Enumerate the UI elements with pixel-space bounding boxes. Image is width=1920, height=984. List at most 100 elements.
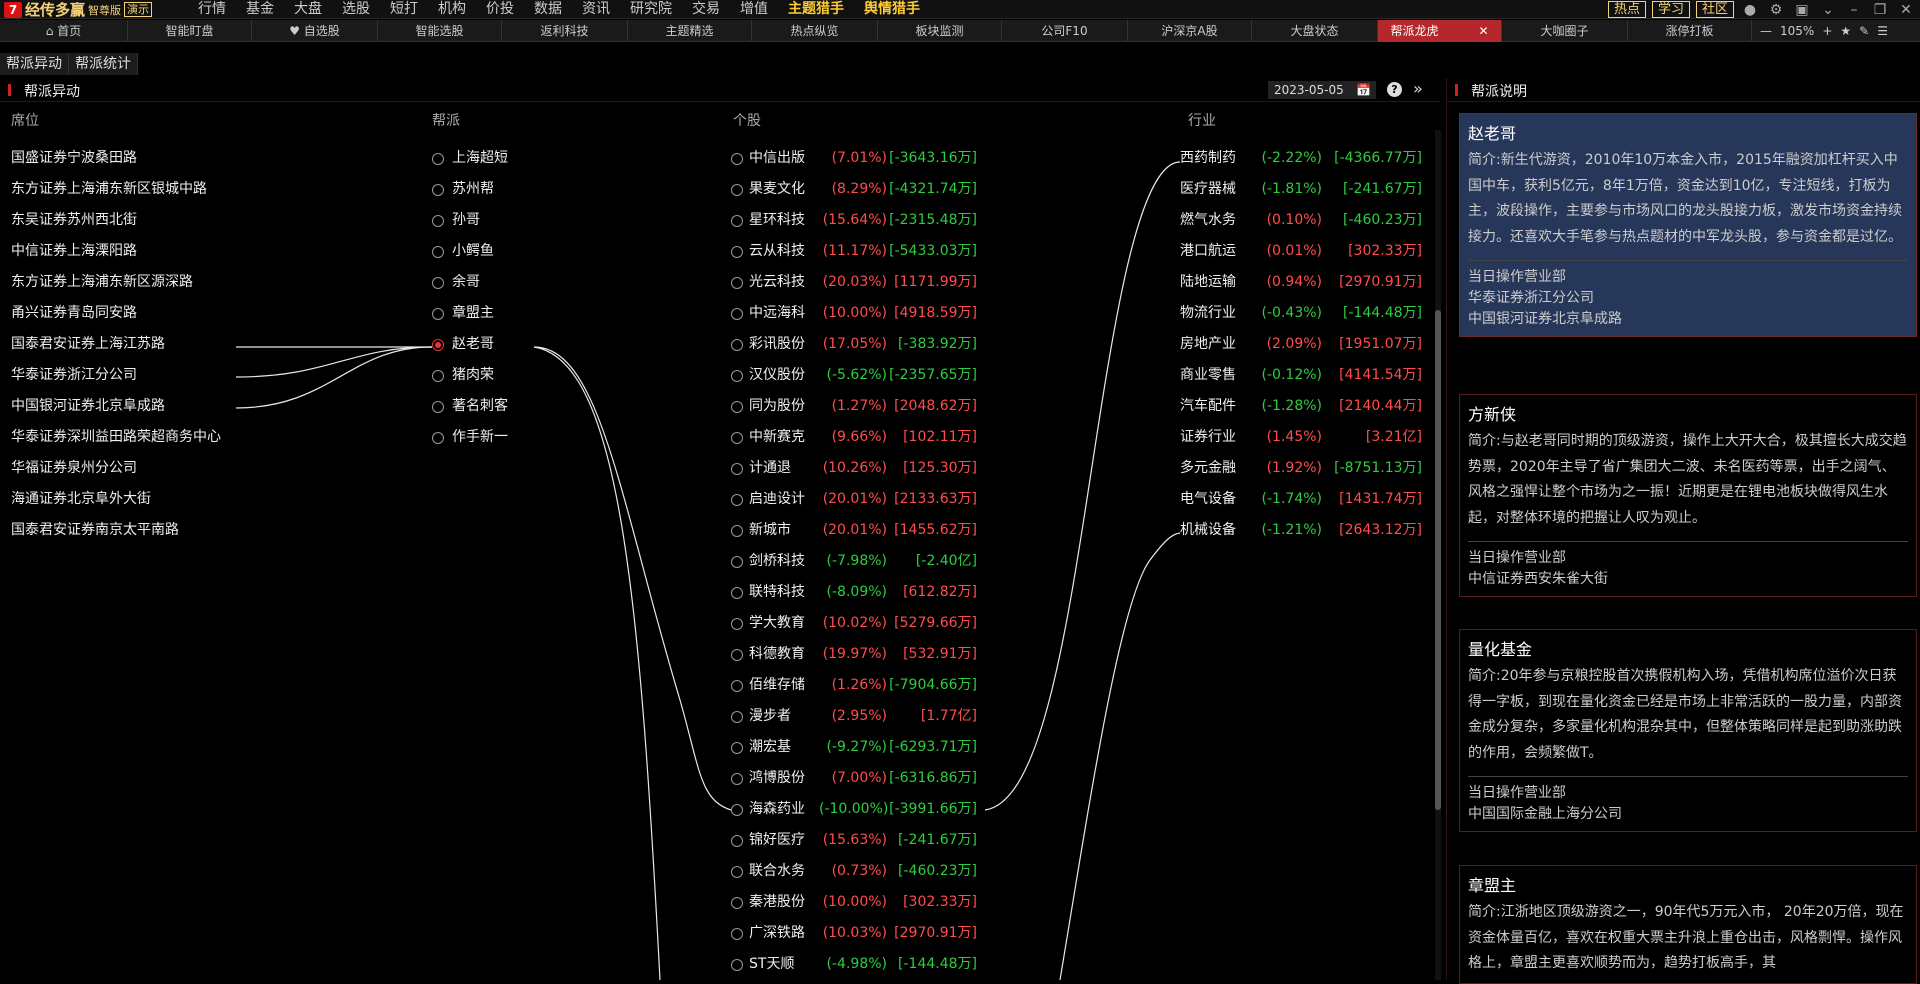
gang-item[interactable]: 上海超短 — [432, 143, 632, 174]
radio-icon[interactable] — [432, 152, 444, 165]
seat-item[interactable]: 国泰君安证券上海江苏路 — [11, 329, 411, 360]
gang-item[interactable]: 苏州帮 — [432, 174, 632, 205]
stock-row[interactable]: 锦好医疗 (15.63%) [-241.67万] — [731, 825, 987, 856]
gang-item[interactable]: 章盟主 — [432, 298, 632, 329]
tab-item[interactable]: 智能盯盘 — [128, 20, 252, 42]
user-icon[interactable]: ● — [1740, 2, 1760, 18]
scrollbar-thumb[interactable] — [1435, 310, 1441, 810]
subtab-gang-movement[interactable]: 帮派异动 — [0, 53, 69, 75]
calendar-icon[interactable]: 📅 — [1356, 83, 1371, 97]
stock-row[interactable]: 联特科技 (-8.09%) [612.82万] — [731, 577, 987, 608]
stock-row[interactable]: 中信出版 (7.01%) [-3643.16万] — [731, 143, 987, 174]
radio-icon[interactable] — [731, 555, 743, 568]
restore-icon[interactable]: ❐ — [1870, 2, 1890, 18]
industry-row[interactable]: 物流行业 (-0.43%) [-144.48万] — [1180, 298, 1422, 329]
industry-row[interactable]: 证券行业 (1.45%) [3.21亿] — [1180, 422, 1422, 453]
industry-row[interactable]: 西药制药 (-2.22%) [-4366.77万] — [1180, 143, 1422, 174]
stock-row[interactable]: 汉仪股份 (-5.62%) [-2357.65万] — [731, 360, 987, 391]
industry-row[interactable]: 商业零售 (-0.12%) [4141.54万] — [1180, 360, 1422, 391]
radio-icon[interactable] — [731, 400, 743, 413]
main-nav-item[interactable]: 选股 — [332, 0, 380, 19]
radio-icon[interactable] — [731, 152, 743, 165]
star-icon[interactable]: ★ — [1840, 24, 1851, 38]
radio-icon[interactable] — [432, 338, 444, 351]
tab-item[interactable]: 板块监测 — [878, 20, 1002, 42]
industry-row[interactable]: 机械设备 (-1.21%) [2643.12万] — [1180, 515, 1422, 546]
tab-item[interactable]: ⌂ 首页 — [0, 20, 128, 42]
help-icon[interactable]: ? — [1387, 82, 1402, 97]
radio-icon[interactable] — [731, 307, 743, 320]
radio-icon[interactable] — [731, 741, 743, 754]
tab-item[interactable]: 主题精选 — [628, 20, 752, 42]
main-nav-item[interactable]: 舆情猎手 — [854, 0, 930, 19]
radio-icon[interactable] — [731, 586, 743, 599]
stock-row[interactable]: 启迪设计 (20.01%) [2133.63万] — [731, 484, 987, 515]
radio-icon[interactable] — [731, 679, 743, 692]
industry-row[interactable]: 汽车配件 (-1.28%) [2140.44万] — [1180, 391, 1422, 422]
radio-icon[interactable] — [432, 245, 444, 258]
radio-icon[interactable] — [731, 183, 743, 196]
main-nav-item[interactable]: 资讯 — [572, 0, 620, 19]
industry-row[interactable]: 燃气水务 (0.10%) [-460.23万] — [1180, 205, 1422, 236]
seat-item[interactable]: 华泰证券深圳益田路荣超商务中心 — [11, 422, 411, 453]
tab-item[interactable]: 公司F10 — [1002, 20, 1128, 42]
stock-row[interactable]: 漫步者 (2.95%) [1.77亿] — [731, 701, 987, 732]
tab-item[interactable]: 涨停打板 — [1628, 20, 1752, 42]
stock-row[interactable]: ST天顺 (-4.98%) [-144.48万] — [731, 949, 987, 980]
gang-card[interactable]: 量化基金 简介:20年参与京粮控股首次携假机构入场，凭借机构席位溢价次日获得一字板… — [1459, 629, 1917, 832]
radio-icon[interactable] — [731, 524, 743, 537]
seat-item[interactable]: 华泰证券浙江分公司 — [11, 360, 411, 391]
stock-row[interactable]: 星环科技 (15.64%) [-2315.48万] — [731, 205, 987, 236]
main-nav-item[interactable]: 增值 — [730, 0, 778, 19]
radio-icon[interactable] — [731, 896, 743, 909]
stock-row[interactable]: 佰维存储 (1.26%) [-7904.66万] — [731, 670, 987, 701]
radio-icon[interactable] — [432, 183, 444, 196]
close-icon[interactable]: ✕ — [1896, 2, 1916, 18]
tab-close-icon[interactable]: ✕ — [1478, 24, 1488, 38]
industry-row[interactable]: 房地产业 (2.09%) [1951.07万] — [1180, 329, 1422, 360]
stock-row[interactable]: 剑桥科技 (-7.98%) [-2.40亿] — [731, 546, 987, 577]
tab-item[interactable]: 大咖圈子 — [1502, 20, 1628, 42]
seat-item[interactable]: 东吴证券苏州西北街 — [11, 205, 411, 236]
radio-icon[interactable] — [731, 214, 743, 227]
minimize-icon[interactable]: – — [1844, 2, 1864, 18]
stock-row[interactable]: 果麦文化 (8.29%) [-4321.74万] — [731, 174, 987, 205]
radio-icon[interactable] — [731, 772, 743, 785]
radio-icon[interactable] — [432, 431, 444, 444]
radio-icon[interactable] — [432, 400, 444, 413]
main-nav-item[interactable]: 数据 — [524, 0, 572, 19]
industry-row[interactable]: 多元金融 (1.92%) [-8751.13万] — [1180, 453, 1422, 484]
industry-row[interactable]: 电气设备 (-1.74%) [1431.74万] — [1180, 484, 1422, 515]
radio-icon[interactable] — [432, 307, 444, 320]
main-nav-item[interactable]: 价投 — [476, 0, 524, 19]
stock-row[interactable]: 同为股份 (1.27%) [2048.62万] — [731, 391, 987, 422]
radio-icon[interactable] — [432, 369, 444, 382]
list-scrollbar[interactable] — [1435, 130, 1441, 980]
seat-item[interactable]: 中信证券上海溧阳路 — [11, 236, 411, 267]
radio-icon[interactable] — [731, 493, 743, 506]
main-nav-item[interactable]: 大盘 — [284, 0, 332, 19]
tab-item[interactable]: 大盘状态 — [1252, 20, 1378, 42]
gang-item[interactable]: 赵老哥 — [432, 329, 632, 360]
zoom-in-button[interactable]: + — [1822, 24, 1832, 38]
seat-item[interactable]: 东方证券上海浦东新区银城中路 — [11, 174, 411, 205]
main-nav-item[interactable]: 主题猎手 — [778, 0, 854, 19]
demo-badge[interactable]: 演示 — [124, 2, 153, 17]
main-nav-item[interactable]: 研究院 — [620, 0, 682, 19]
stock-row[interactable]: 联合水务 (0.73%) [-460.23万] — [731, 856, 987, 887]
stock-row[interactable]: 中新赛克 (9.66%) [102.11万] — [731, 422, 987, 453]
chevron-down-icon[interactable]: ⌄ — [1818, 2, 1838, 18]
tab-item[interactable]: 沪深京A股 — [1128, 20, 1252, 42]
seat-item[interactable]: 海通证券北京阜外大街 — [11, 484, 411, 515]
stock-row[interactable]: 潮宏基 (-9.27%) [-6293.71万] — [731, 732, 987, 763]
stock-row[interactable]: 计通退 (10.26%) [125.30万] — [731, 453, 987, 484]
industry-row[interactable]: 港口航运 (0.01%) [302.33万] — [1180, 236, 1422, 267]
radio-icon[interactable] — [432, 276, 444, 289]
hot-button[interactable]: 热点 — [1607, 1, 1646, 18]
stock-row[interactable]: 广深铁路 (10.03%) [2970.91万] — [731, 918, 987, 949]
stock-row[interactable]: 科德教育 (19.97%) [532.91万] — [731, 639, 987, 670]
collapse-panel-icon[interactable]: » — [1413, 79, 1423, 98]
radio-icon[interactable] — [731, 648, 743, 661]
stock-row[interactable]: 鸿博股份 (7.00%) [-6316.86万] — [731, 763, 987, 794]
stock-row[interactable]: 新城市 (20.01%) [1455.62万] — [731, 515, 987, 546]
